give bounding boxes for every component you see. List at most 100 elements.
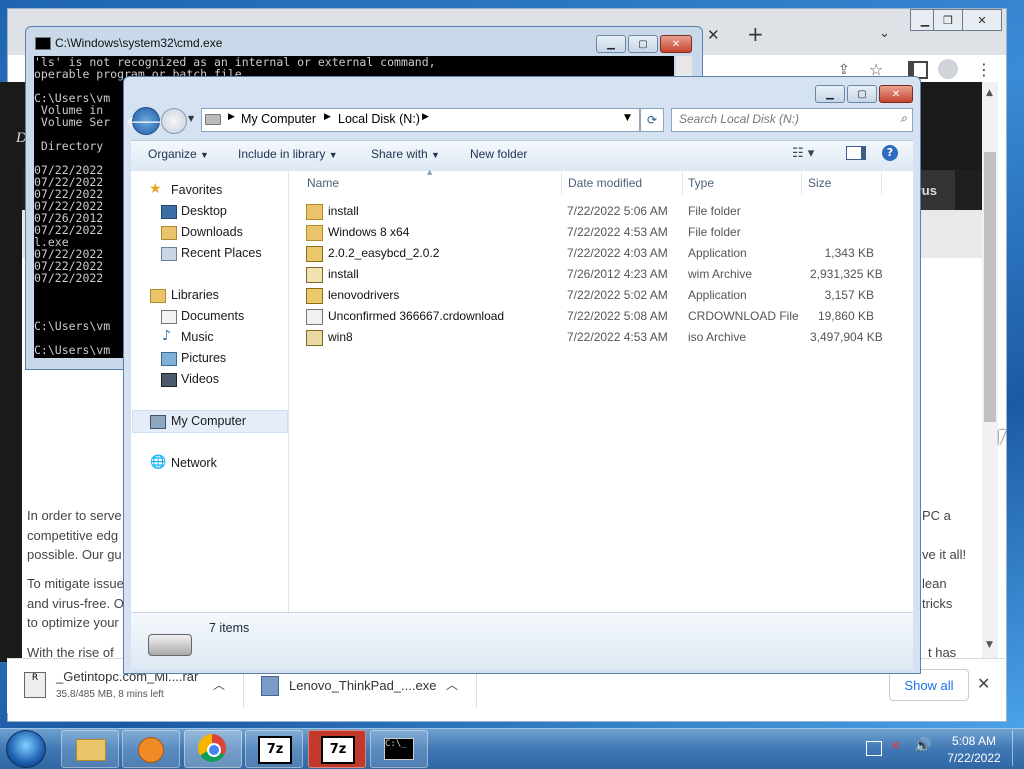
browser-close-button[interactable]: ✕ — [962, 9, 1002, 31]
new-tab-icon[interactable]: + — [747, 22, 764, 46]
taskbar-7zip-active-button[interactable]: 7z — [308, 730, 366, 768]
new-folder-button[interactable]: New folder — [470, 147, 527, 161]
nav-item-pictures[interactable]: Pictures — [181, 351, 226, 365]
scroll-down-icon[interactable]: ▼ — [986, 640, 993, 650]
back-arrow-icon[interactable]: 🡐 — [126, 107, 166, 135]
page-scroll-thumb[interactable] — [984, 152, 996, 422]
help-icon[interactable]: ? — [882, 145, 898, 161]
desktop-icon — [161, 205, 177, 219]
music-note-icon: ♪ — [162, 328, 171, 344]
7zip-icon: 7z — [321, 736, 355, 764]
file-icon — [306, 309, 323, 325]
cmd-close-button[interactable]: ✕ — [660, 35, 692, 53]
videos-icon — [161, 373, 177, 387]
nav-item-recent-places[interactable]: Recent Places — [181, 246, 262, 260]
page-text: ve it all! — [922, 547, 967, 562]
download-options-chevron-icon[interactable]: ︿ — [213, 676, 225, 693]
folder-icon — [306, 225, 323, 241]
preview-pane-icon[interactable] — [846, 146, 866, 160]
page-dark-strip — [0, 82, 22, 662]
favorites-star-icon: ★ — [149, 181, 162, 197]
clock-date[interactable]: 7/22/2022 — [944, 751, 1004, 765]
include-in-library-menu[interactable]: Include in library ▼ — [238, 147, 338, 161]
close-downloads-bar-icon[interactable]: ✕ — [977, 674, 990, 693]
share-with-menu[interactable]: Share with ▼ — [371, 147, 440, 161]
file-row[interactable]: Unconfirmed 366667.crdownload 7/22/2022 5… — [300, 306, 900, 327]
file-name: win8 — [328, 330, 353, 344]
nav-item-documents[interactable]: Documents — [181, 309, 244, 323]
media-player-icon — [138, 737, 164, 763]
tab-search-chevron-icon[interactable]: ⌄ — [879, 26, 890, 41]
tab-close-icon[interactable]: ✕ — [707, 26, 720, 44]
exe-file-icon — [261, 676, 279, 696]
include-label: Include in library — [238, 147, 326, 161]
cmd-minimize-button[interactable]: ▁ — [596, 35, 626, 53]
file-row[interactable]: win8 7/22/2022 4:53 AM iso Archive 3,497,90… — [300, 327, 900, 348]
file-type: wim Archive — [688, 267, 753, 281]
download-options-chevron-icon[interactable]: ︿ — [446, 676, 458, 693]
column-divider[interactable] — [801, 171, 802, 195]
column-divider[interactable] — [881, 171, 882, 195]
forward-arrow-icon[interactable] — [161, 108, 187, 134]
breadcrumb-my-computer[interactable]: My Computer — [241, 112, 316, 126]
organize-menu[interactable]: Organize ▼ — [148, 147, 209, 161]
file-row[interactable]: install 7/26/2012 4:23 AM wim Archive 2,931… — [300, 264, 900, 285]
cmd-maximize-button[interactable]: ▢ — [628, 35, 658, 53]
taskbar-cmd-button[interactable]: C:\_ — [370, 730, 428, 768]
nav-item-libraries[interactable]: Libraries — [171, 288, 219, 302]
documents-icon — [161, 310, 177, 324]
download-item-name[interactable]: Lenovo_ThinkPad_....exe — [289, 678, 436, 693]
page-text: to optimize your — [27, 615, 119, 630]
start-button[interactable] — [6, 730, 46, 768]
taskbar-chrome-button[interactable] — [184, 730, 242, 768]
file-row[interactable]: 2.0.2_easybcd_2.0.2 7/22/2022 4:03 AM Appl… — [300, 243, 900, 264]
file-size: 19,860 KB — [817, 309, 874, 323]
clock-time[interactable]: 5:08 AM — [944, 734, 1004, 748]
column-divider[interactable] — [561, 171, 562, 195]
nav-item-favorites[interactable]: Favorites — [171, 183, 222, 197]
nav-item-videos[interactable]: Videos — [181, 372, 219, 386]
network-status-icon[interactable]: ✕ — [890, 739, 901, 754]
view-options-icon[interactable]: ☷ ▾ — [792, 146, 814, 161]
scroll-up-icon[interactable]: ▲ — [986, 88, 993, 98]
nav-item-desktop[interactable]: Desktop — [181, 204, 227, 218]
nav-item-music[interactable]: Music — [181, 330, 214, 344]
profile-avatar[interactable] — [938, 59, 958, 79]
file-row[interactable]: Windows 8 x64 7/22/2022 4:53 AM File folde… — [300, 222, 900, 243]
browser-menu-icon[interactable]: ⋮ — [976, 60, 992, 79]
browser-maximize-button[interactable]: ❐ — [933, 9, 963, 31]
nav-item-downloads[interactable]: Downloads — [181, 225, 243, 239]
show-desktop-button[interactable] — [1012, 730, 1023, 766]
taskbar-7zip-button[interactable]: 7z — [245, 730, 303, 768]
column-header-type[interactable]: Type — [688, 176, 714, 190]
explorer-minimize-button[interactable]: ▁ — [815, 85, 845, 103]
search-input[interactable]: Search Local Disk (N:) ⌕ — [671, 108, 913, 132]
file-row[interactable]: lenovodrivers 7/22/2022 5:02 AM Applicatio… — [300, 285, 900, 306]
breadcrumb-local-disk[interactable]: Local Disk (N:) — [338, 112, 420, 126]
volume-icon[interactable]: 🔊 — [914, 738, 931, 754]
file-type: CRDOWNLOAD File — [688, 309, 799, 323]
page-text: PC a — [922, 508, 951, 523]
search-icon[interactable]: ⌕ — [900, 111, 907, 126]
breadcrumb-separator-icon[interactable]: ▶ — [422, 112, 429, 122]
explorer-close-button[interactable]: ✕ — [879, 85, 913, 103]
folder-icon — [76, 739, 106, 761]
column-header-date-modified[interactable]: Date modified — [568, 176, 642, 190]
taskbar-explorer-button[interactable] — [61, 730, 119, 768]
column-header-size[interactable]: Size — [808, 176, 831, 190]
nav-item-my-computer[interactable]: My Computer — [171, 414, 246, 428]
recent-pages-chevron-icon[interactable]: ▼ — [188, 114, 194, 123]
download-item-progress: 35.8/485 MB, 8 mins left — [56, 689, 164, 700]
column-divider[interactable] — [682, 171, 683, 195]
taskbar-media-player-button[interactable] — [122, 730, 180, 768]
explorer-maximize-button[interactable]: ▢ — [847, 85, 877, 103]
action-center-icon[interactable] — [866, 741, 882, 756]
breadcrumb-separator-icon[interactable]: ▶ — [324, 112, 331, 122]
nav-item-network[interactable]: Network — [171, 456, 217, 470]
column-header-name[interactable]: Name — [307, 176, 339, 190]
address-history-chevron-icon[interactable]: ▼ — [624, 113, 631, 123]
refresh-icon[interactable]: ⟳ — [640, 108, 664, 132]
drive-icon — [205, 114, 221, 125]
file-row[interactable]: install 7/22/2022 5:06 AM File folder — [300, 201, 900, 222]
folder-icon — [306, 204, 323, 220]
